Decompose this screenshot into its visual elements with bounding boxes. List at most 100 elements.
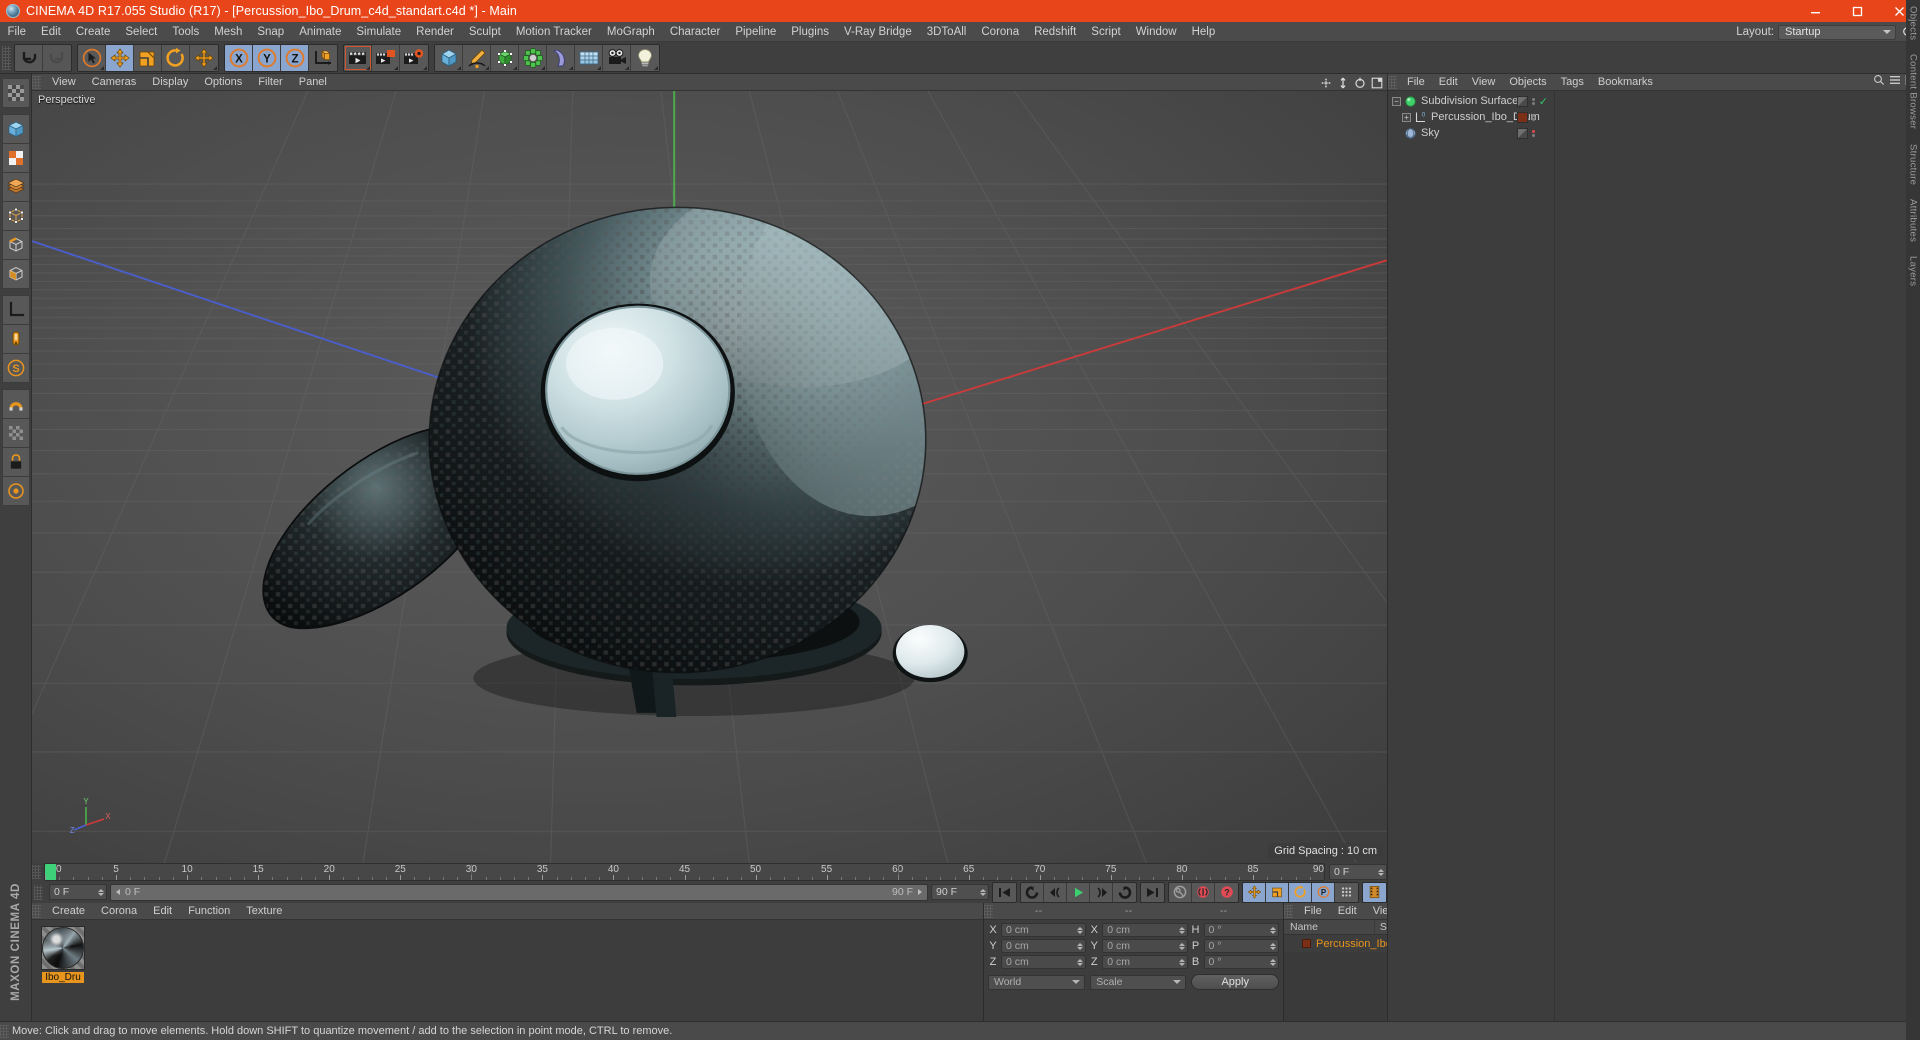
menu-render[interactable]: Render <box>409 22 462 42</box>
spline-pen-button[interactable] <box>463 44 491 71</box>
om-menu-edit[interactable]: Edit <box>1432 74 1465 91</box>
model-mode-button[interactable] <box>1 114 30 144</box>
menu-motion-tracker[interactable]: Motion Tracker <box>508 22 599 42</box>
object-visibility-dots[interactable] <box>1531 129 1535 137</box>
render-view-button[interactable] <box>344 44 372 71</box>
goto-start-button[interactable] <box>993 882 1016 902</box>
spinner[interactable] <box>1178 926 1185 934</box>
material-menu-create[interactable]: Create <box>44 903 93 920</box>
check-icon[interactable]: ✓ <box>1539 95 1548 108</box>
tab-layers[interactable]: Layers <box>1908 256 1919 286</box>
coord-field-size-z[interactable]: 0 cm <box>1102 955 1188 969</box>
expander-toggle[interactable]: − <box>1392 96 1401 106</box>
camera-button[interactable] <box>603 44 631 71</box>
viewport-menu-filter[interactable]: Filter <box>250 74 290 91</box>
viewport-menu-view[interactable]: View <box>44 74 84 91</box>
search-icon[interactable] <box>1873 73 1885 91</box>
object-manager-body[interactable]: − Subdivision Surface ✓ + 0 Percussion_I… <box>1388 91 1920 1021</box>
tab-structure[interactable]: Structure <box>1908 144 1919 185</box>
move-tool-alt[interactable] <box>190 44 218 71</box>
current-frame-field[interactable]: 0 F <box>1329 864 1387 880</box>
object-visibility-dots[interactable] <box>1531 113 1535 121</box>
material-list[interactable]: Ibo_Dru <box>32 920 983 1021</box>
coord-field-rot-b[interactable]: 0 ° <box>1203 955 1279 969</box>
redo-button[interactable] <box>43 44 71 71</box>
viewport-menu-display[interactable]: Display <box>144 74 196 91</box>
coord-field-size-y[interactable]: 0 cm <box>1102 939 1188 953</box>
axis-z-lock[interactable]: Z <box>281 44 309 71</box>
spinner[interactable] <box>1178 958 1185 966</box>
key-rotation-button[interactable] <box>1289 882 1312 902</box>
spinner[interactable] <box>1077 926 1084 934</box>
object-material-tag[interactable] <box>1516 111 1528 123</box>
play-reverse-button[interactable] <box>1021 882 1044 902</box>
layout-select[interactable]: Startup <box>1778 24 1896 40</box>
primitive-cube-button[interactable] <box>435 44 463 71</box>
menu-create[interactable]: Create <box>68 22 118 42</box>
tool-expand-corner[interactable] <box>597 65 601 70</box>
autokey-button[interactable] <box>1192 882 1215 902</box>
timeline-range-slider[interactable]: 0 F 90 F <box>110 883 928 901</box>
spinner[interactable] <box>1178 942 1185 950</box>
object-row-percussion-ibo-drum[interactable]: + 0 Percussion_Ibo_Drum ✓ <box>1388 109 1554 125</box>
menu-tools[interactable]: Tools <box>165 22 207 42</box>
render-region-button[interactable] <box>372 44 400 71</box>
workplane-button[interactable] <box>1 295 30 325</box>
step-forward-button[interactable] <box>1090 882 1113 902</box>
deformers-button[interactable] <box>519 44 547 71</box>
coord-field-rot-h[interactable]: 0 ° <box>1203 923 1279 937</box>
menu-3dtoall[interactable]: 3DToAll <box>919 22 974 42</box>
minimize-button[interactable] <box>1794 0 1836 22</box>
menu-select[interactable]: Select <box>118 22 165 42</box>
spinner[interactable] <box>1270 926 1276 934</box>
transport-grip[interactable] <box>34 884 43 900</box>
axis-y-lock[interactable]: Y <box>253 44 281 71</box>
menu-mesh[interactable]: Mesh <box>207 22 250 42</box>
live-selection-tool[interactable] <box>78 44 106 71</box>
tool-expand-corner[interactable] <box>366 65 370 70</box>
menu-character[interactable]: Character <box>662 22 728 42</box>
object-row-sky[interactable]: Sky ✓ <box>1388 125 1554 141</box>
spinner[interactable] <box>1077 958 1084 966</box>
attr-menu-edit[interactable]: Edit <box>1330 903 1365 920</box>
apply-button[interactable]: Apply <box>1191 974 1279 990</box>
material-manager-grip[interactable] <box>32 904 41 918</box>
key-pla-button[interactable] <box>1335 882 1358 902</box>
menu-sculpt[interactable]: Sculpt <box>461 22 508 42</box>
coord-field-size-x[interactable]: 0 cm <box>1102 923 1188 937</box>
faces-mode-button[interactable] <box>1 259 30 289</box>
axis-modify-button[interactable] <box>1 324 30 354</box>
menu-snap[interactable]: Snap <box>250 22 292 42</box>
tool-expand-corner[interactable] <box>394 65 398 70</box>
perspective-viewport[interactable]: Perspective Y X Z Grid Spacing: 10 cm <box>32 91 1387 863</box>
spinner[interactable] <box>1270 942 1276 950</box>
menu-window[interactable]: Window <box>1128 22 1184 42</box>
make-editable-button[interactable] <box>1 78 30 108</box>
tool-expand-corner[interactable] <box>213 65 217 70</box>
viewport-grip[interactable] <box>32 75 41 89</box>
undo-button[interactable] <box>15 44 43 71</box>
material-menu-corona[interactable]: Corona <box>93 903 145 920</box>
axis-x-lock[interactable]: X <box>225 44 253 71</box>
material-menu-texture[interactable]: Texture <box>238 903 290 920</box>
polygon-mode-button[interactable] <box>1 172 30 202</box>
maximize-viewport-icon[interactable] <box>1371 77 1383 89</box>
rotate-tool[interactable] <box>162 44 190 71</box>
tool-expand-corner[interactable] <box>100 65 104 70</box>
play-loop-button[interactable] <box>1113 882 1136 902</box>
snap-button[interactable]: S <box>1 353 30 383</box>
move-tool[interactable] <box>106 44 134 71</box>
coord-mode-select[interactable]: Scale <box>1090 974 1187 990</box>
menu-edit[interactable]: Edit <box>34 22 69 42</box>
viewport-menu-panel[interactable]: Panel <box>291 74 335 91</box>
om-menu-objects[interactable]: Objects <box>1502 74 1553 91</box>
light-button[interactable] <box>631 44 659 71</box>
menu-animate[interactable]: Animate <box>292 22 349 42</box>
pan-icon[interactable] <box>1320 77 1332 89</box>
menu-redshift[interactable]: Redshift <box>1027 22 1084 42</box>
keyframe-help-button[interactable]: ? <box>1215 882 1238 902</box>
tool-expand-corner[interactable] <box>485 65 489 70</box>
timeline-ruler[interactable]: 051015202530354045505560657075808590 <box>44 863 1325 881</box>
om-menu-bookmarks[interactable]: Bookmarks <box>1591 74 1660 91</box>
menu-vray-bridge[interactable]: V-Ray Bridge <box>836 22 919 42</box>
